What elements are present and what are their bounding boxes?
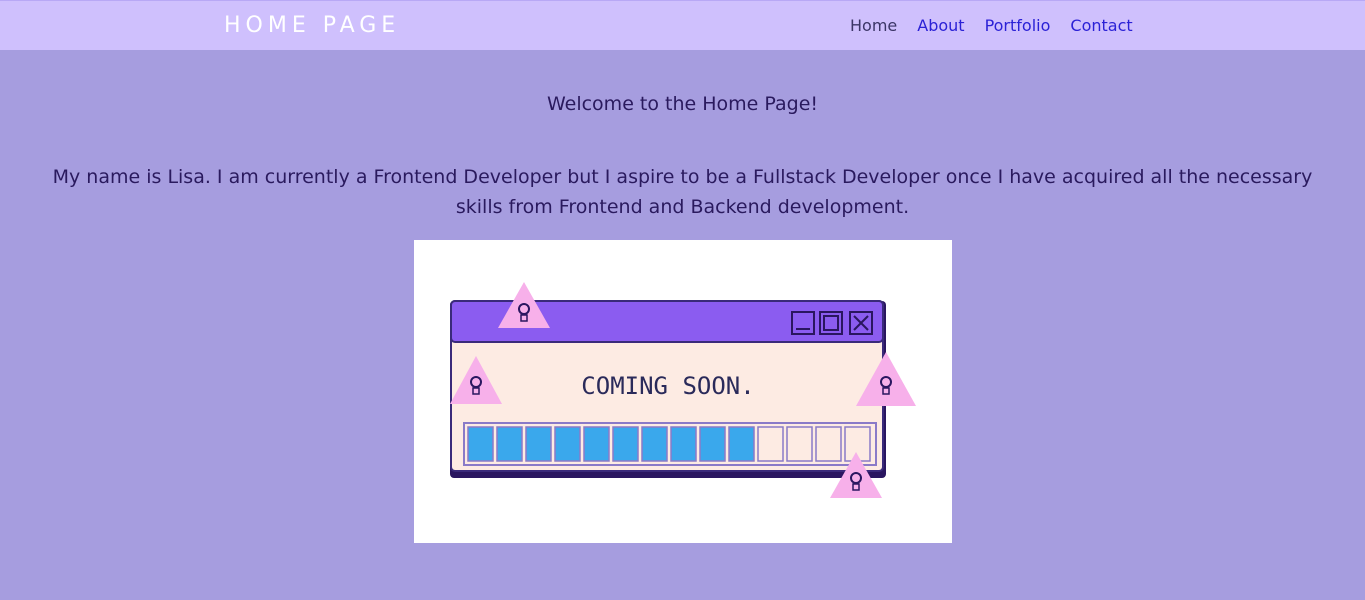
progress-cell-empty bbox=[815, 426, 842, 462]
nav-link-contact[interactable]: Contact bbox=[1070, 16, 1132, 35]
nav-links: Home About Portfolio Contact bbox=[850, 16, 1133, 35]
progress-cell-filled bbox=[641, 426, 668, 462]
progress-cell-filled bbox=[554, 426, 581, 462]
navbar: HOME PAGE Home About Portfolio Contact bbox=[0, 0, 1365, 50]
intro-paragraph: My name is Lisa. I am currently a Fronte… bbox=[52, 166, 1313, 218]
progress-cell-empty bbox=[757, 426, 784, 462]
coming-soon-image: COMING SOON. bbox=[414, 240, 952, 543]
progress-cell-filled bbox=[728, 426, 755, 462]
progress-cell-empty bbox=[786, 426, 813, 462]
coming-soon-text: COMING SOON. bbox=[581, 372, 754, 400]
progress-cell-filled bbox=[612, 426, 639, 462]
progress-cell-filled bbox=[525, 426, 552, 462]
site-title: HOME PAGE bbox=[224, 13, 401, 38]
nav-link-home[interactable]: Home bbox=[850, 16, 897, 35]
progress-cell-filled bbox=[699, 426, 726, 462]
nav-link-portfolio[interactable]: Portfolio bbox=[985, 16, 1051, 35]
progress-cell-filled bbox=[583, 426, 610, 462]
progress-cell-filled bbox=[670, 426, 697, 462]
welcome-heading: Welcome to the Home Page! bbox=[546, 93, 819, 115]
coming-soon-illustration: COMING SOON. bbox=[450, 282, 916, 498]
progress-cell-filled bbox=[467, 426, 494, 462]
nav-link-about[interactable]: About bbox=[917, 16, 964, 35]
progress-cell-filled bbox=[496, 426, 523, 462]
